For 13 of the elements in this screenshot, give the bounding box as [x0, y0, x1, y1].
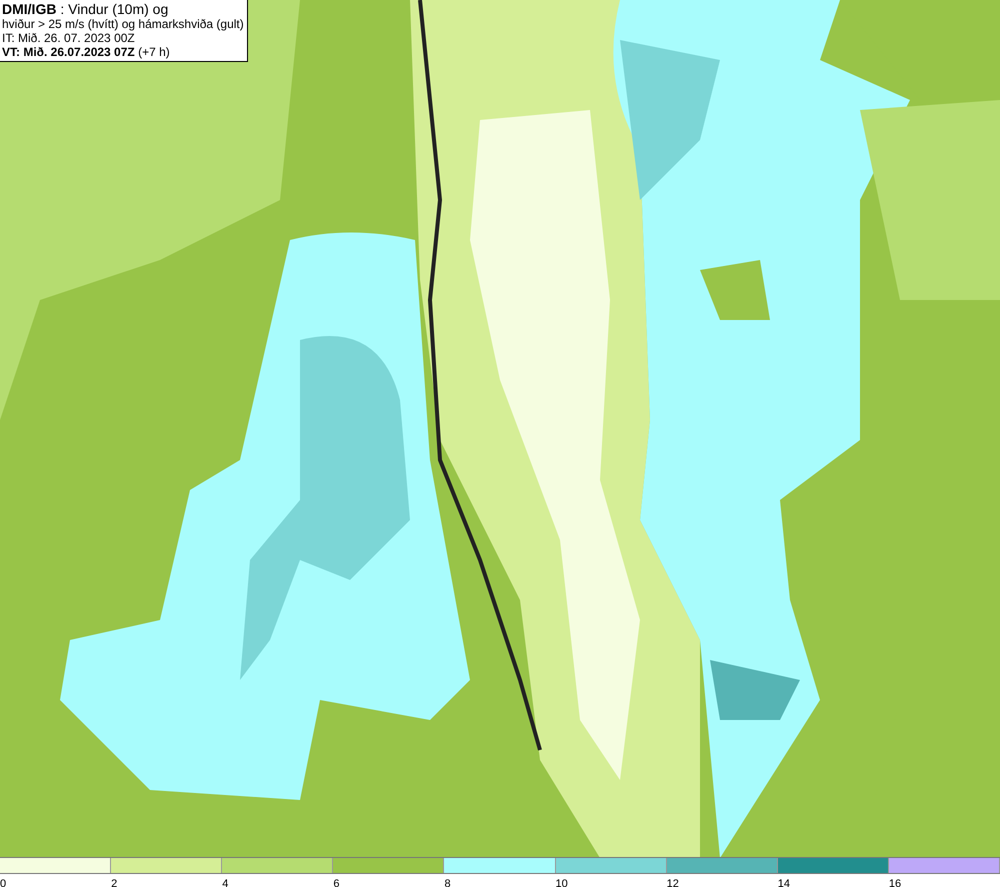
scale-label: 12	[666, 878, 679, 887]
info-text: DMI/IGB : Vindur (10m) og	[2, 1, 170, 17]
scale-label: 2	[111, 878, 118, 887]
scale-label: 0	[0, 878, 6, 887]
scale-label: 16	[888, 878, 902, 887]
scale-label: 14	[778, 878, 790, 887]
scale-label: 4	[222, 878, 228, 887]
info-text: VT: Mið. 26.07.2023 07Z (+7 h)	[2, 45, 171, 59]
scale-label: 6	[333, 878, 340, 887]
info-text: hviður > 25 m/s (hvítt) og hámarkshviða (gult)	[2, 17, 244, 31]
scale-label: 10	[556, 878, 568, 887]
info-text: IT: Mið. 26. 07. 2023 00Z	[2, 31, 136, 45]
scale-label: 8	[444, 878, 451, 887]
